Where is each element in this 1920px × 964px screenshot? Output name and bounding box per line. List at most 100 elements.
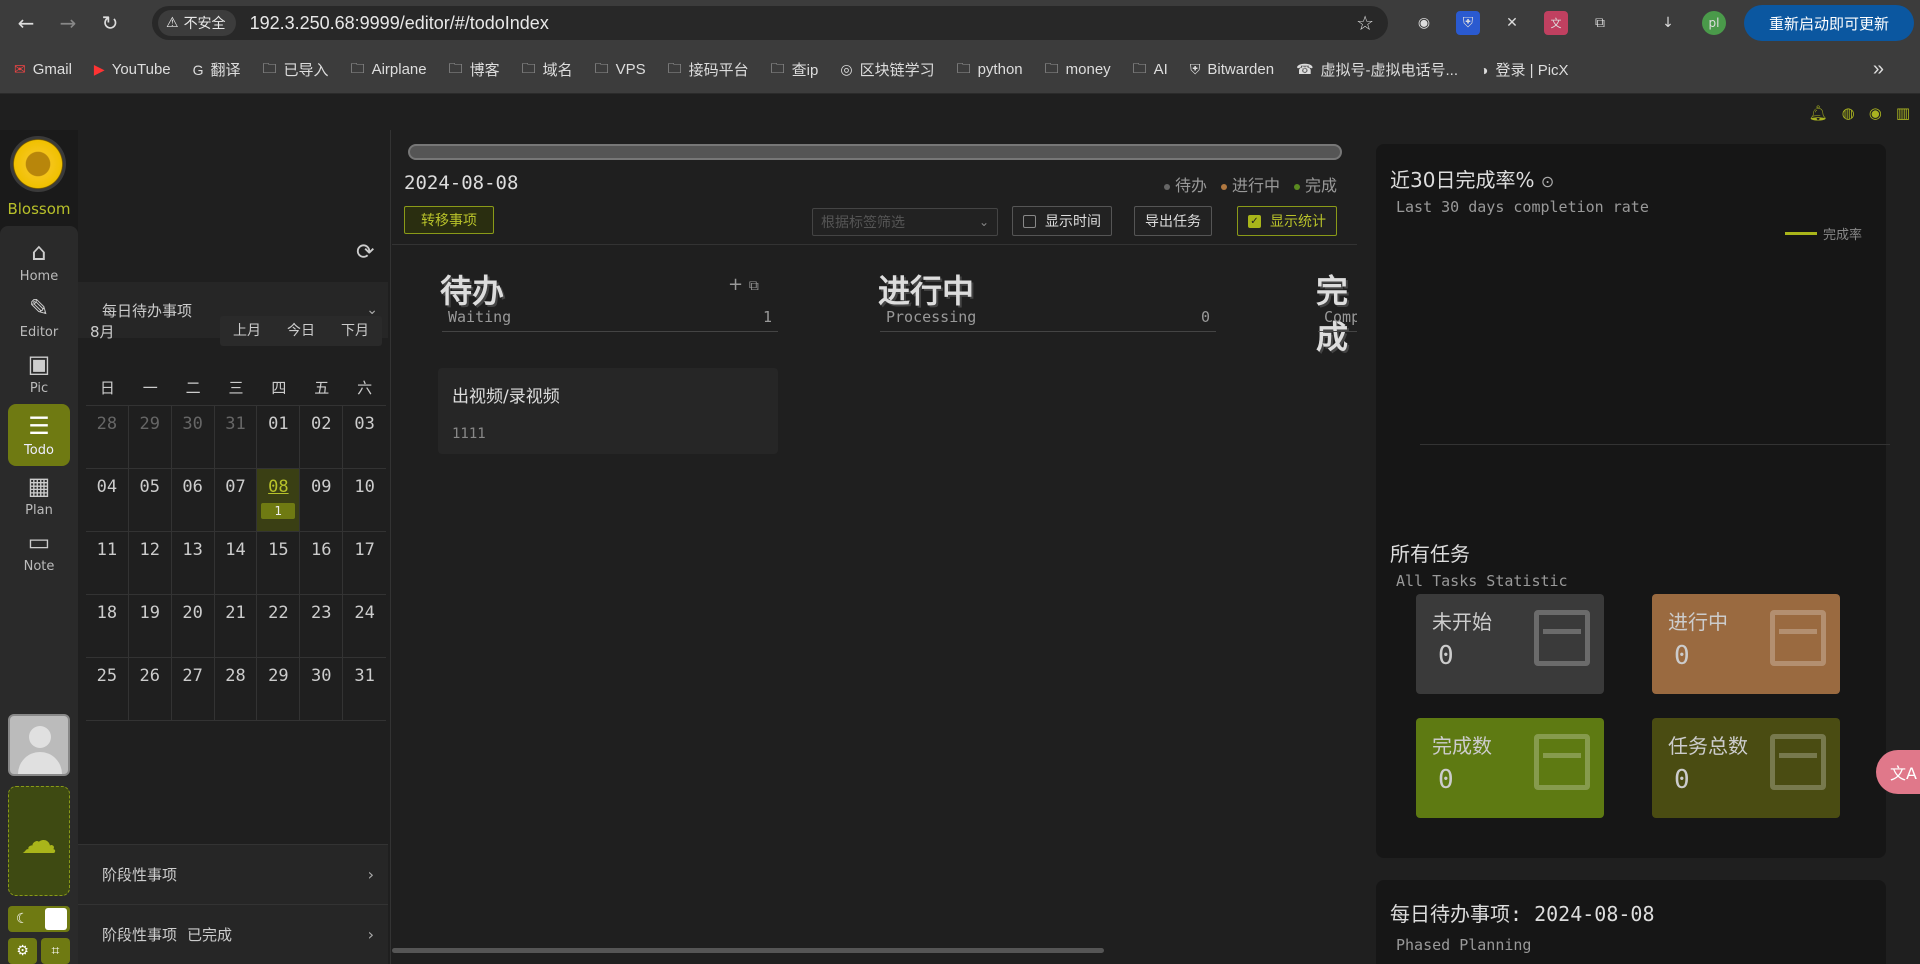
- show-time-toggle[interactable]: 显示时间: [1012, 206, 1112, 236]
- calendar-day[interactable]: 27: [172, 658, 215, 720]
- export-button[interactable]: 导出任务: [1134, 206, 1212, 236]
- bookmark-item[interactable]: ◑ 登录 | PicX: [1480, 59, 1569, 80]
- url-text[interactable]: 192.3.250.68:9999/editor/#/todoIndex: [250, 13, 549, 34]
- bookmark-item[interactable]: 🗀 python: [957, 58, 1023, 82]
- calendar-day[interactable]: 31: [215, 406, 258, 468]
- bookmark-item[interactable]: 🗀 查ip: [771, 58, 819, 82]
- bookmark-star-icon[interactable]: ☆: [1356, 11, 1374, 35]
- palette-icon[interactable]: ◍: [1842, 104, 1855, 122]
- bookmark-item[interactable]: 🗀 money: [1045, 58, 1111, 82]
- bookmark-item[interactable]: ◎ 区块链学习: [840, 59, 934, 80]
- address-bar[interactable]: ⚠ 不安全 192.3.250.68:9999/editor/#/todoInde…: [152, 6, 1388, 40]
- calendar-day[interactable]: 05: [129, 469, 172, 531]
- calendar-day[interactable]: 13: [172, 532, 215, 594]
- calendar-day[interactable]: 20: [172, 595, 215, 657]
- calendar-day[interactable]: 11: [86, 532, 129, 594]
- nav-item-todo[interactable]: ☰ Todo: [8, 404, 70, 466]
- forward-icon[interactable]: →: [52, 7, 84, 39]
- calendar-day[interactable]: 02: [300, 406, 344, 468]
- calendar-day[interactable]: 31: [343, 658, 386, 720]
- bookmark-item[interactable]: ☎ 虚拟号-虚拟电话号...: [1296, 59, 1458, 80]
- bookmark-item[interactable]: 🗀 Airplane: [351, 58, 427, 82]
- avatar[interactable]: [8, 714, 70, 776]
- calendar-day[interactable]: 22: [257, 595, 301, 657]
- bookmark-item[interactable]: 🗀 VPS: [595, 58, 646, 82]
- horizontal-scrollbar[interactable]: [392, 948, 1104, 953]
- calendar-day[interactable]: 04: [86, 469, 129, 531]
- calendar-day[interactable]: 14: [215, 532, 258, 594]
- tag-filter-select[interactable]: 根据标签筛选 ⌄: [812, 208, 998, 236]
- calendar-day[interactable]: 28: [86, 406, 129, 468]
- calendar-day[interactable]: 29: [129, 406, 172, 468]
- calendar-day[interactable]: 24: [343, 595, 386, 657]
- show-stats-toggle[interactable]: ✓ 显示统计: [1237, 206, 1337, 236]
- cloud-upload-icon[interactable]: ☁: [8, 786, 70, 896]
- bookmark-item[interactable]: 🗀 已导入: [263, 58, 329, 82]
- calendar-day[interactable]: 09: [300, 469, 344, 531]
- puzzle-icon[interactable]: ⧉: [1588, 11, 1612, 35]
- info-icon[interactable]: ⊙: [1541, 172, 1554, 191]
- checkbox[interactable]: [1023, 214, 1036, 228]
- bookmark-item[interactable]: 🗀 博客: [449, 58, 500, 82]
- nav-item-note[interactable]: ▭ Note: [8, 520, 70, 582]
- calendar-day[interactable]: 06: [172, 469, 215, 531]
- bookmark-item[interactable]: 🗀 AI: [1133, 58, 1168, 82]
- calendar-day[interactable]: 28: [215, 658, 258, 720]
- calendar-day[interactable]: 26: [129, 658, 172, 720]
- calendar-day-today[interactable]: 08 1: [257, 469, 301, 531]
- profile-avatar[interactable]: pl: [1702, 11, 1726, 35]
- transfer-button[interactable]: 转移事项: [404, 206, 494, 234]
- back-icon[interactable]: ←: [10, 7, 42, 39]
- nav-item-home[interactable]: ⌂ Home: [8, 230, 70, 292]
- prev-month-button[interactable]: 上月: [220, 316, 274, 346]
- calendar-day[interactable]: 30: [300, 658, 344, 720]
- checkbox-checked[interactable]: ✓: [1248, 214, 1261, 228]
- update-button[interactable]: 重新启动即可更新: [1744, 5, 1914, 41]
- crop-icon[interactable]: ⌗: [41, 938, 70, 964]
- calendar-day[interactable]: 03: [343, 406, 386, 468]
- more-bookmarks-icon[interactable]: »: [1873, 58, 1884, 81]
- copy-icon[interactable]: ⧉: [749, 278, 759, 294]
- refresh-icon[interactable]: ⟳: [356, 240, 374, 265]
- calendar-day[interactable]: 30: [172, 406, 215, 468]
- today-button[interactable]: 今日: [274, 316, 328, 346]
- bookmark-item[interactable]: 🗀 域名: [522, 58, 573, 82]
- bitwarden-ext-icon[interactable]: ⛨: [1456, 11, 1480, 35]
- theme-toggle[interactable]: ☾: [8, 906, 70, 932]
- bookmark-item[interactable]: 🗀 接码平台: [668, 58, 749, 82]
- add-icon[interactable]: +: [728, 274, 743, 295]
- calendar-day[interactable]: 23: [300, 595, 344, 657]
- calendar-day[interactable]: 21: [215, 595, 258, 657]
- translate-ext-icon[interactable]: 文: [1544, 11, 1568, 35]
- todo-card[interactable]: 出视频/录视频 1111: [438, 368, 778, 454]
- calendar-day[interactable]: 29: [257, 658, 301, 720]
- settings-gear-icon[interactable]: ⚙: [8, 938, 37, 964]
- extension-icon[interactable]: ◉: [1412, 11, 1436, 35]
- bookmark-item[interactable]: ✉ Gmail: [14, 61, 72, 78]
- nav-item-pic[interactable]: ▣ Pic: [8, 342, 70, 404]
- calendar-day[interactable]: 10: [343, 469, 386, 531]
- phased-section[interactable]: 阶段性事项 ›: [78, 844, 388, 904]
- insecure-chip[interactable]: ⚠ 不安全: [158, 10, 236, 36]
- next-month-button[interactable]: 下月: [328, 316, 382, 346]
- columns-icon[interactable]: ▥: [1896, 104, 1910, 122]
- reload-icon[interactable]: ↻: [94, 7, 126, 39]
- calendar-day[interactable]: 18: [86, 595, 129, 657]
- bookmark-item[interactable]: ▶ YouTube: [94, 61, 171, 78]
- download-icon[interactable]: ↓: [1656, 11, 1680, 35]
- x-ext-icon[interactable]: ✕: [1500, 11, 1524, 35]
- bell-icon[interactable]: 🔔︎: [1809, 104, 1828, 122]
- phased-done-section[interactable]: 阶段性事项 已完成 ›: [78, 904, 388, 964]
- nav-item-plan[interactable]: ▦ Plan: [8, 464, 70, 526]
- calendar-day[interactable]: 25: [86, 658, 129, 720]
- status-dot-icon[interactable]: ◉: [1869, 104, 1882, 122]
- calendar-day[interactable]: 15: [257, 532, 301, 594]
- translate-float-button[interactable]: 文A: [1876, 750, 1920, 794]
- bookmark-item[interactable]: ⛨ Bitwarden: [1190, 61, 1274, 78]
- bookmark-item[interactable]: G 翻译: [193, 59, 241, 80]
- calendar-day[interactable]: 07: [215, 469, 258, 531]
- calendar-day[interactable]: 17: [343, 532, 386, 594]
- calendar-day[interactable]: 01: [257, 406, 301, 468]
- calendar-day[interactable]: 16: [300, 532, 344, 594]
- calendar-day[interactable]: 12: [129, 532, 172, 594]
